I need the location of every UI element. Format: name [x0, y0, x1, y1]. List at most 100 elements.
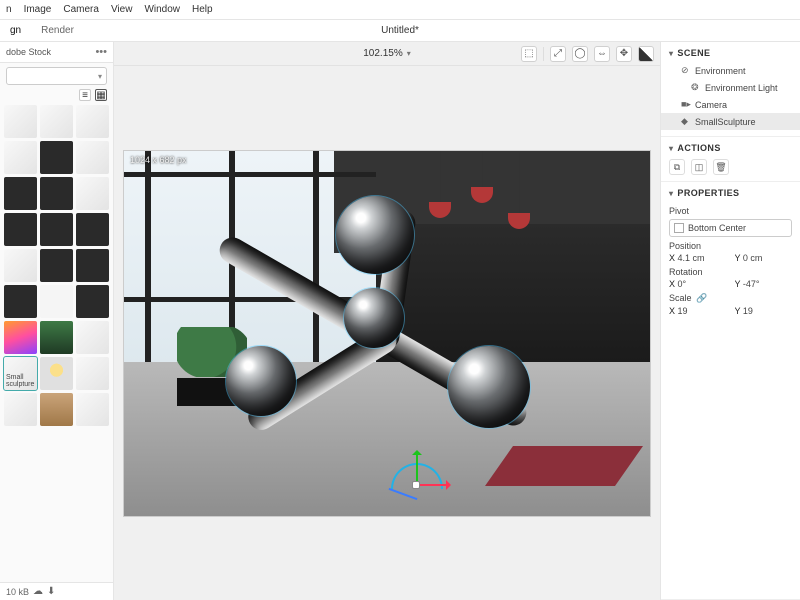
asset-thumb-gradient-a[interactable]: [4, 249, 37, 282]
asset-thumb-pot[interactable]: [76, 321, 109, 354]
scene-section-header[interactable]: ▾ SCENE: [669, 46, 792, 62]
chevron-down-icon: ▾: [669, 144, 673, 153]
menu-help[interactable]: Help: [192, 4, 213, 15]
selected-3d-object[interactable]: [226, 196, 526, 456]
asset-thumb-sofa[interactable]: [4, 105, 37, 138]
canvas-dimensions-label: 1024 x 682 px: [130, 155, 187, 165]
asset-thumb-lamp-b[interactable]: [40, 177, 73, 210]
chevron-down-icon: ▾: [98, 72, 102, 81]
asset-thumb-grad-card[interactable]: [4, 321, 37, 354]
asset-thumb-lamp-a[interactable]: [4, 177, 37, 210]
document-title: Untitled*: [381, 25, 419, 36]
dolly-icon[interactable]: ⇔: [594, 46, 610, 62]
link-icon[interactable]: 🔗: [694, 293, 707, 303]
pivot-value: Bottom Center: [688, 223, 746, 233]
rotation-label: Rotation: [669, 263, 792, 277]
pan-icon[interactable]: ✥: [616, 46, 632, 62]
asset-thumb-plant-tile[interactable]: [40, 321, 73, 354]
chevron-down-icon: ▾: [669, 189, 673, 198]
render-toggle-icon[interactable]: [638, 46, 654, 62]
position-label: Position: [669, 237, 792, 251]
asset-thumb-figure-c[interactable]: [76, 213, 109, 246]
asset-thumb-gem[interactable]: [76, 249, 109, 282]
library-filter-dropdown[interactable]: ▾: [6, 67, 107, 85]
asset-thumb-board[interactable]: [76, 285, 109, 318]
zoom-dropdown[interactable]: 102.15% ▾: [363, 48, 411, 59]
asset-size: 10 kB: [6, 587, 29, 597]
delete-icon[interactable]: 🗑: [713, 159, 729, 175]
zoom-value: 102.15%: [363, 48, 402, 59]
menu-window[interactable]: Window: [144, 4, 180, 15]
asset-grid[interactable]: Small sculpture: [0, 105, 113, 582]
chevron-down-icon: ▾: [669, 49, 673, 58]
library-panel: dobe Stock ••• ▾ ≡ ▦ Small sculpture 10 …: [0, 42, 114, 600]
asset-thumb-teddy[interactable]: [4, 141, 37, 174]
camera-icon: ■▸: [681, 99, 691, 110]
asset-thumb-sculpt-a[interactable]: [76, 105, 109, 138]
pivot-label: Pivot: [669, 202, 792, 216]
tab-design[interactable]: gn: [0, 25, 31, 36]
asset-thumb-figure-b[interactable]: [40, 213, 73, 246]
asset-thumb-paper[interactable]: [40, 285, 73, 318]
pivot-dropdown[interactable]: Bottom Center: [669, 219, 792, 237]
group-icon[interactable]: ◫: [691, 159, 707, 175]
download-icon[interactable]: ⬇: [47, 586, 55, 597]
inspector-panel: ▾ SCENE ⊘ Environment ❂ Environment Ligh…: [660, 42, 800, 600]
asset-thumb-vase-dark[interactable]: [40, 141, 73, 174]
scene-item-label: SmallSculpture: [695, 117, 756, 127]
asset-thumb-mug[interactable]: [76, 141, 109, 174]
scale-y-field[interactable]: Y 19: [735, 306, 793, 316]
actions-section-header[interactable]: ▾ ACTIONS: [669, 141, 792, 157]
menu-camera[interactable]: Camera: [63, 4, 99, 15]
properties-section: ▾ PROPERTIES Pivot Bottom Center Positio…: [661, 182, 800, 600]
asset-thumb-tile-b[interactable]: [76, 393, 109, 426]
asset-thumb-tile-a[interactable]: [4, 393, 37, 426]
scene-item-camera[interactable]: ■▸ Camera: [669, 96, 792, 113]
pivot-swatch-icon: [674, 223, 684, 233]
scene-item-label: Camera: [695, 100, 727, 110]
tab-render[interactable]: Render: [31, 25, 84, 36]
menu-view[interactable]: View: [111, 4, 133, 15]
scene-item-env-light[interactable]: ❂ Environment Light: [669, 79, 792, 96]
position-x-field[interactable]: X 4.1 cm: [669, 253, 727, 263]
scale-label: Scale 🔗: [669, 289, 792, 304]
scene-item-smallsculpture[interactable]: ◆ SmallSculpture: [661, 113, 800, 130]
list-view-icon[interactable]: ≡: [79, 89, 91, 101]
fit-icon[interactable]: ⤢: [550, 46, 566, 62]
asset-thumb-bench[interactable]: [40, 393, 73, 426]
asset-thumb-cactus[interactable]: [76, 357, 109, 390]
menu-image[interactable]: Image: [24, 4, 52, 15]
cloud-icon[interactable]: ☁: [33, 586, 43, 597]
library-menu-icon[interactable]: •••: [95, 46, 107, 58]
scene-item-label: Environment: [695, 66, 746, 76]
properties-section-header[interactable]: ▾ PROPERTIES: [669, 186, 792, 202]
position-y-field[interactable]: Y 0 cm: [735, 253, 793, 263]
asset-thumb-small-sculpture[interactable]: Small sculpture: [4, 357, 37, 390]
viewport[interactable]: 1024 x 682 px: [124, 151, 650, 516]
selection-mode-icon[interactable]: ⬚: [521, 46, 537, 62]
rotation-x-field[interactable]: X 0°: [669, 279, 727, 289]
duplicate-icon[interactable]: ⧉: [669, 159, 685, 175]
scene-section: ▾ SCENE ⊘ Environment ❂ Environment Ligh…: [661, 42, 800, 137]
asset-thumb-figure-a[interactable]: [4, 213, 37, 246]
asset-thumb-bottle[interactable]: [40, 105, 73, 138]
asset-thumb-cone[interactable]: [76, 177, 109, 210]
library-source-label[interactable]: dobe Stock: [6, 47, 89, 57]
asset-thumb-chip[interactable]: [40, 249, 73, 282]
scene-item-label: Environment Light: [705, 83, 778, 93]
canvas-toolbar: 102.15% ▾ ⬚ ⤢ ◯ ⇔ ✥: [114, 42, 660, 66]
rotation-y-field[interactable]: Y -47°: [735, 279, 793, 289]
menu-app[interactable]: n: [6, 4, 12, 15]
scene-item-environment[interactable]: ⊘ Environment: [669, 62, 792, 79]
asset-thumb-orange[interactable]: [4, 285, 37, 318]
menubar: n Image Camera View Window Help: [0, 0, 800, 20]
chevron-down-icon: ▾: [407, 49, 411, 58]
grid-view-icon[interactable]: ▦: [95, 89, 107, 101]
orbit-icon[interactable]: ◯: [572, 46, 588, 62]
properties-title: PROPERTIES: [677, 188, 739, 198]
asset-thumb-vase-yellow[interactable]: [40, 357, 73, 390]
separator: [543, 47, 544, 61]
scale-x-field[interactable]: X 19: [669, 306, 727, 316]
light-icon: ❂: [691, 82, 701, 93]
scene-title: SCENE: [677, 48, 710, 58]
